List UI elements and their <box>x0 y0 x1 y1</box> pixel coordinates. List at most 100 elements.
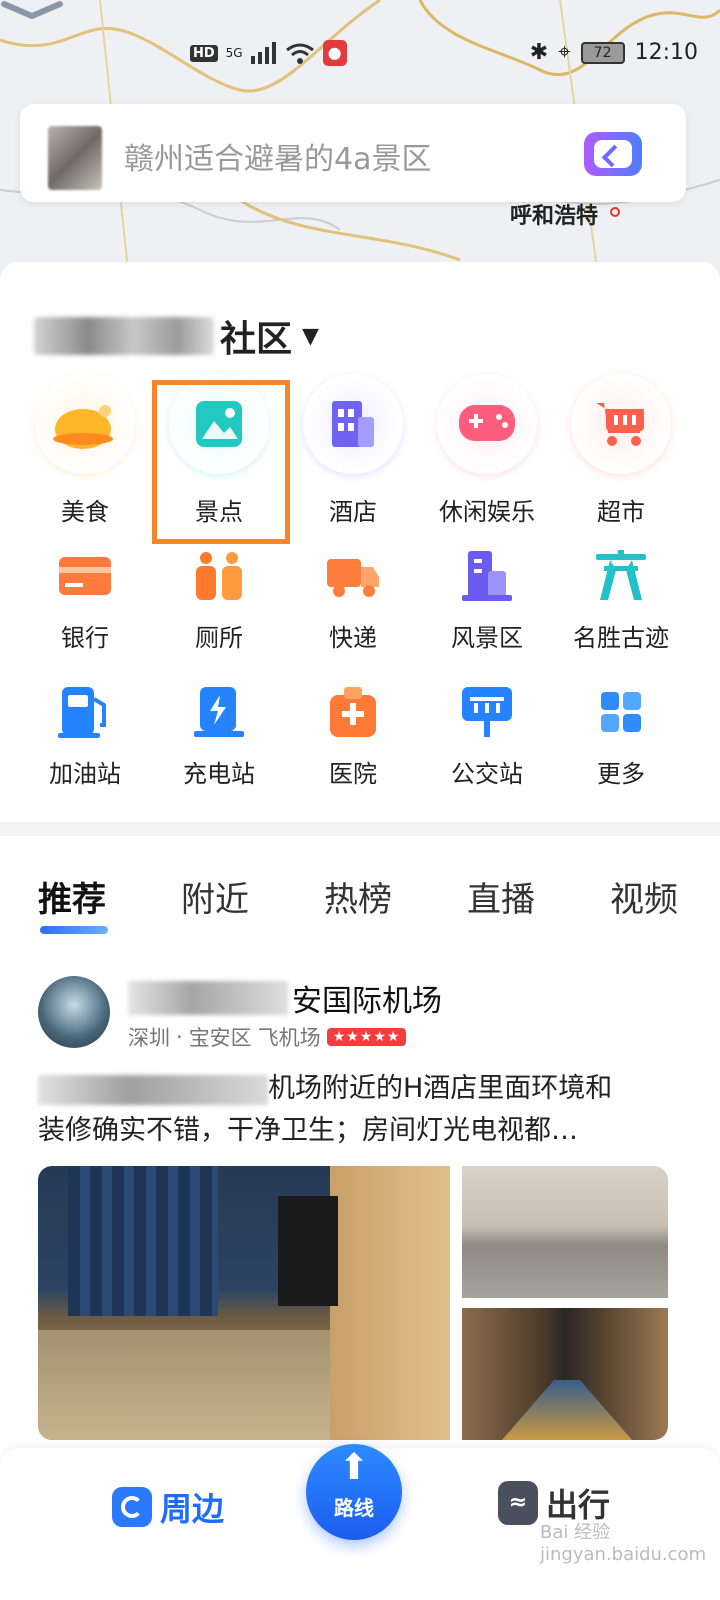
title-blurred <box>128 981 288 1015</box>
category-gas-station[interactable]: 加油站 <box>18 680 152 789</box>
gas-pump-icon <box>53 680 117 744</box>
category-label: 快递 <box>329 624 377 652</box>
bluetooth-icon: ✱ <box>529 40 549 65</box>
photo-carpet <box>502 1380 632 1440</box>
category-label: 医院 <box>329 760 377 788</box>
assistant-icon <box>594 140 632 168</box>
tab-recommended[interactable]: 推荐 <box>38 872 108 934</box>
category-label: 公交站 <box>451 760 523 788</box>
category-panel: 社区 ▼ 美食 景点 酒店 休闲娱乐 超市 银行 厕所 快递 风景区 名胜古迹 … <box>0 262 720 822</box>
user-avatar[interactable] <box>48 126 102 190</box>
map-city-marker <box>610 207 620 217</box>
more-grid-icon <box>589 680 653 744</box>
post-poi-thumbnail[interactable] <box>38 976 110 1048</box>
bank-card-icon <box>53 544 117 608</box>
location-name: 社区 <box>220 319 293 360</box>
post-title-text: 安国际机场 <box>292 984 442 1019</box>
hospital-icon <box>321 680 385 744</box>
post-photo-main[interactable] <box>38 1166 450 1440</box>
nav-nearby[interactable]: 周边 <box>112 1484 224 1530</box>
category-express[interactable]: 快递 <box>286 544 420 653</box>
search-bar[interactable]: 赣州适合避暑的4a景区 <box>20 104 686 202</box>
snippet-line-1: 机场附近的H酒店里面环境和 <box>268 1073 613 1104</box>
meta-dot: · <box>176 1025 183 1049</box>
bottom-navigation: 周边 ⬆ 路线 ≈ 出行 Bai 经验 jingyan.baidu.com <box>0 1444 720 1600</box>
collapse-chevron-icon[interactable] <box>0 0 64 20</box>
category-hospital[interactable]: 医院 <box>286 680 420 789</box>
meta-city: 深圳 <box>128 1026 170 1050</box>
status-bar: HD 5G ● ✱ ⌖ 72 12:10 <box>0 36 720 70</box>
tab-nearby[interactable]: 附近 <box>181 872 249 921</box>
attractions-highlight-box <box>152 380 290 544</box>
tab-live[interactable]: 直播 <box>467 872 535 921</box>
mic-recording-icon: ● <box>322 40 347 66</box>
location-name-blurred <box>34 317 214 355</box>
voice-assistant-button[interactable] <box>584 132 642 176</box>
current-location-selector[interactable]: 社区 ▼ <box>34 310 319 362</box>
nav-nearby-label: 周边 <box>160 1490 225 1528</box>
map-city-label: 呼和浩特 <box>510 204 599 229</box>
category-toilet[interactable]: 厕所 <box>152 544 286 653</box>
category-scenic-area[interactable]: 风景区 <box>420 544 554 653</box>
post-title[interactable]: 安国际机场 <box>128 976 442 1020</box>
nearby-icon <box>112 1487 152 1527</box>
route-arrow-icon: ⬆ <box>338 1447 370 1488</box>
snippet-line-2: 装修确实不错，干净卫生；房间灯光电视都… <box>38 1115 578 1146</box>
delivery-truck-icon <box>321 544 385 608</box>
category-historic-sites[interactable]: 名胜古迹 <box>554 544 688 653</box>
category-label: 美食 <box>61 498 109 526</box>
category-label: 休闲娱乐 <box>439 498 535 526</box>
hotel-building-icon <box>303 374 403 474</box>
location-icon: ⌖ <box>558 40 571 65</box>
post-photo-corridor[interactable] <box>462 1308 668 1440</box>
category-food[interactable]: 美食 <box>18 374 152 527</box>
category-bank[interactable]: 银行 <box>18 544 152 653</box>
dropdown-caret-icon: ▼ <box>302 323 319 349</box>
search-placeholder[interactable]: 赣州适合避暑的4a景区 <box>124 134 431 178</box>
meta-category: 飞机场 <box>257 1026 321 1050</box>
category-supermarket[interactable]: 超市 <box>554 374 688 527</box>
wifi-icon <box>285 43 314 64</box>
signal-icon <box>250 42 276 64</box>
toilet-people-icon <box>187 544 251 608</box>
category-label: 更多 <box>597 760 645 788</box>
travel-icon: ≈ <box>498 1481 538 1525</box>
category-charging-station[interactable]: 充电站 <box>152 680 286 789</box>
route-button[interactable]: ⬆ 路线 <box>306 1444 402 1540</box>
baidu-watermark: Bai 经验 jingyan.baidu.com <box>540 1522 707 1565</box>
post-snippet[interactable]: 机场附近的H酒店里面环境和 装修确实不错，干净卫生；房间灯光电视都… <box>38 1068 678 1152</box>
clock: 12:10 <box>634 40 698 65</box>
post-meta: 深圳 · 宝安区 飞机场 ★★★★★ <box>128 1022 407 1052</box>
category-label: 超市 <box>597 498 645 526</box>
meta-district: 宝安区 <box>188 1026 252 1050</box>
category-label: 风景区 <box>451 624 523 652</box>
battery-indicator: 72 <box>580 41 625 64</box>
tab-video[interactable]: 视频 <box>610 872 678 921</box>
roast-chicken-icon <box>35 374 135 474</box>
category-label: 名胜古迹 <box>573 624 669 652</box>
category-bus-stop[interactable]: 公交站 <box>420 680 554 789</box>
charging-station-icon <box>187 680 251 744</box>
photo-wall <box>330 1166 450 1440</box>
category-hotel[interactable]: 酒店 <box>286 374 420 527</box>
network-type: 5G <box>225 46 243 60</box>
feed-tabs: 推荐 附近 热榜 直播 视频 <box>38 872 678 934</box>
gamepad-icon <box>437 374 537 474</box>
shopping-cart-icon <box>571 374 671 474</box>
tab-trending[interactable]: 热榜 <box>324 872 392 921</box>
category-label: 厕所 <box>195 624 243 652</box>
category-label: 充电站 <box>183 760 255 788</box>
category-label: 加油站 <box>49 760 121 788</box>
scenic-building-icon <box>455 544 519 608</box>
route-label: 路线 <box>334 1496 374 1520</box>
category-label: 酒店 <box>329 498 377 526</box>
post-photo-lobby[interactable] <box>462 1166 668 1298</box>
section-divider <box>0 822 720 836</box>
category-more[interactable]: 更多 <box>554 680 688 789</box>
hd-indicator: HD <box>190 44 218 62</box>
snippet-blurred <box>38 1074 268 1105</box>
category-entertainment[interactable]: 休闲娱乐 <box>420 374 554 527</box>
ancient-gate-icon <box>589 544 653 608</box>
photo-tv <box>278 1196 338 1306</box>
bus-stop-icon <box>455 680 519 744</box>
